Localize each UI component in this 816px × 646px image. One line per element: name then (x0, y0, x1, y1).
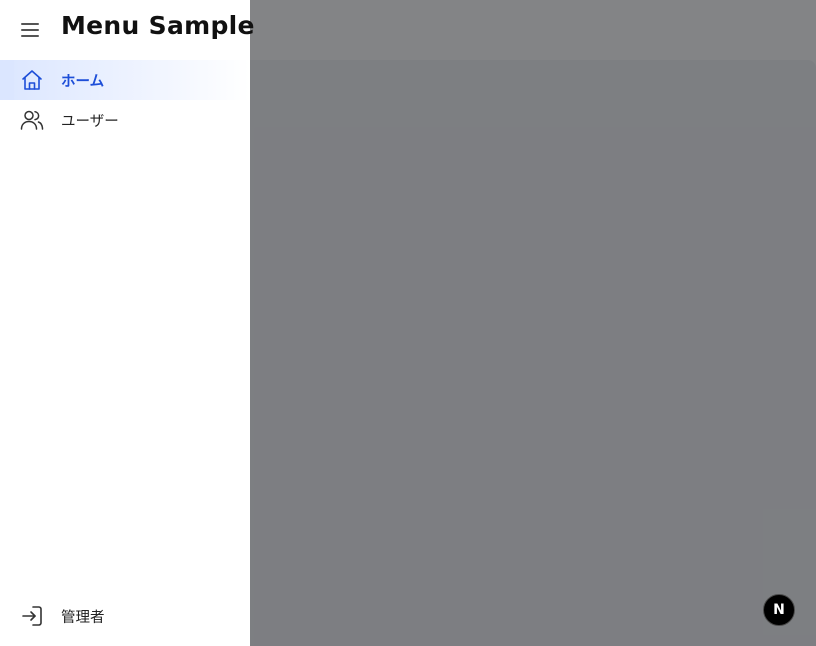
nav-item-label: ユーザー (61, 114, 119, 130)
nav-item-label: 管理者 (61, 610, 105, 626)
login-icon (20, 604, 44, 628)
hamburger-icon[interactable] (20, 20, 40, 40)
next-devtools-button[interactable]: N (763, 594, 795, 626)
app-title: Menu Sample (61, 11, 255, 40)
page: 。 Menu Sample ホーム (0, 0, 816, 646)
home-icon (20, 68, 44, 92)
nav-item-label: ホーム (61, 74, 105, 90)
nav-item-home[interactable]: ホーム (0, 60, 250, 100)
nav-item-admin[interactable]: 管理者 (0, 596, 250, 636)
users-icon (20, 108, 44, 132)
drawer-header: Menu Sample (0, 0, 254, 60)
navigation-drawer: Menu Sample ホーム ユーザー 管理者 (0, 0, 254, 646)
nav-item-users[interactable]: ユーザー (0, 100, 250, 140)
